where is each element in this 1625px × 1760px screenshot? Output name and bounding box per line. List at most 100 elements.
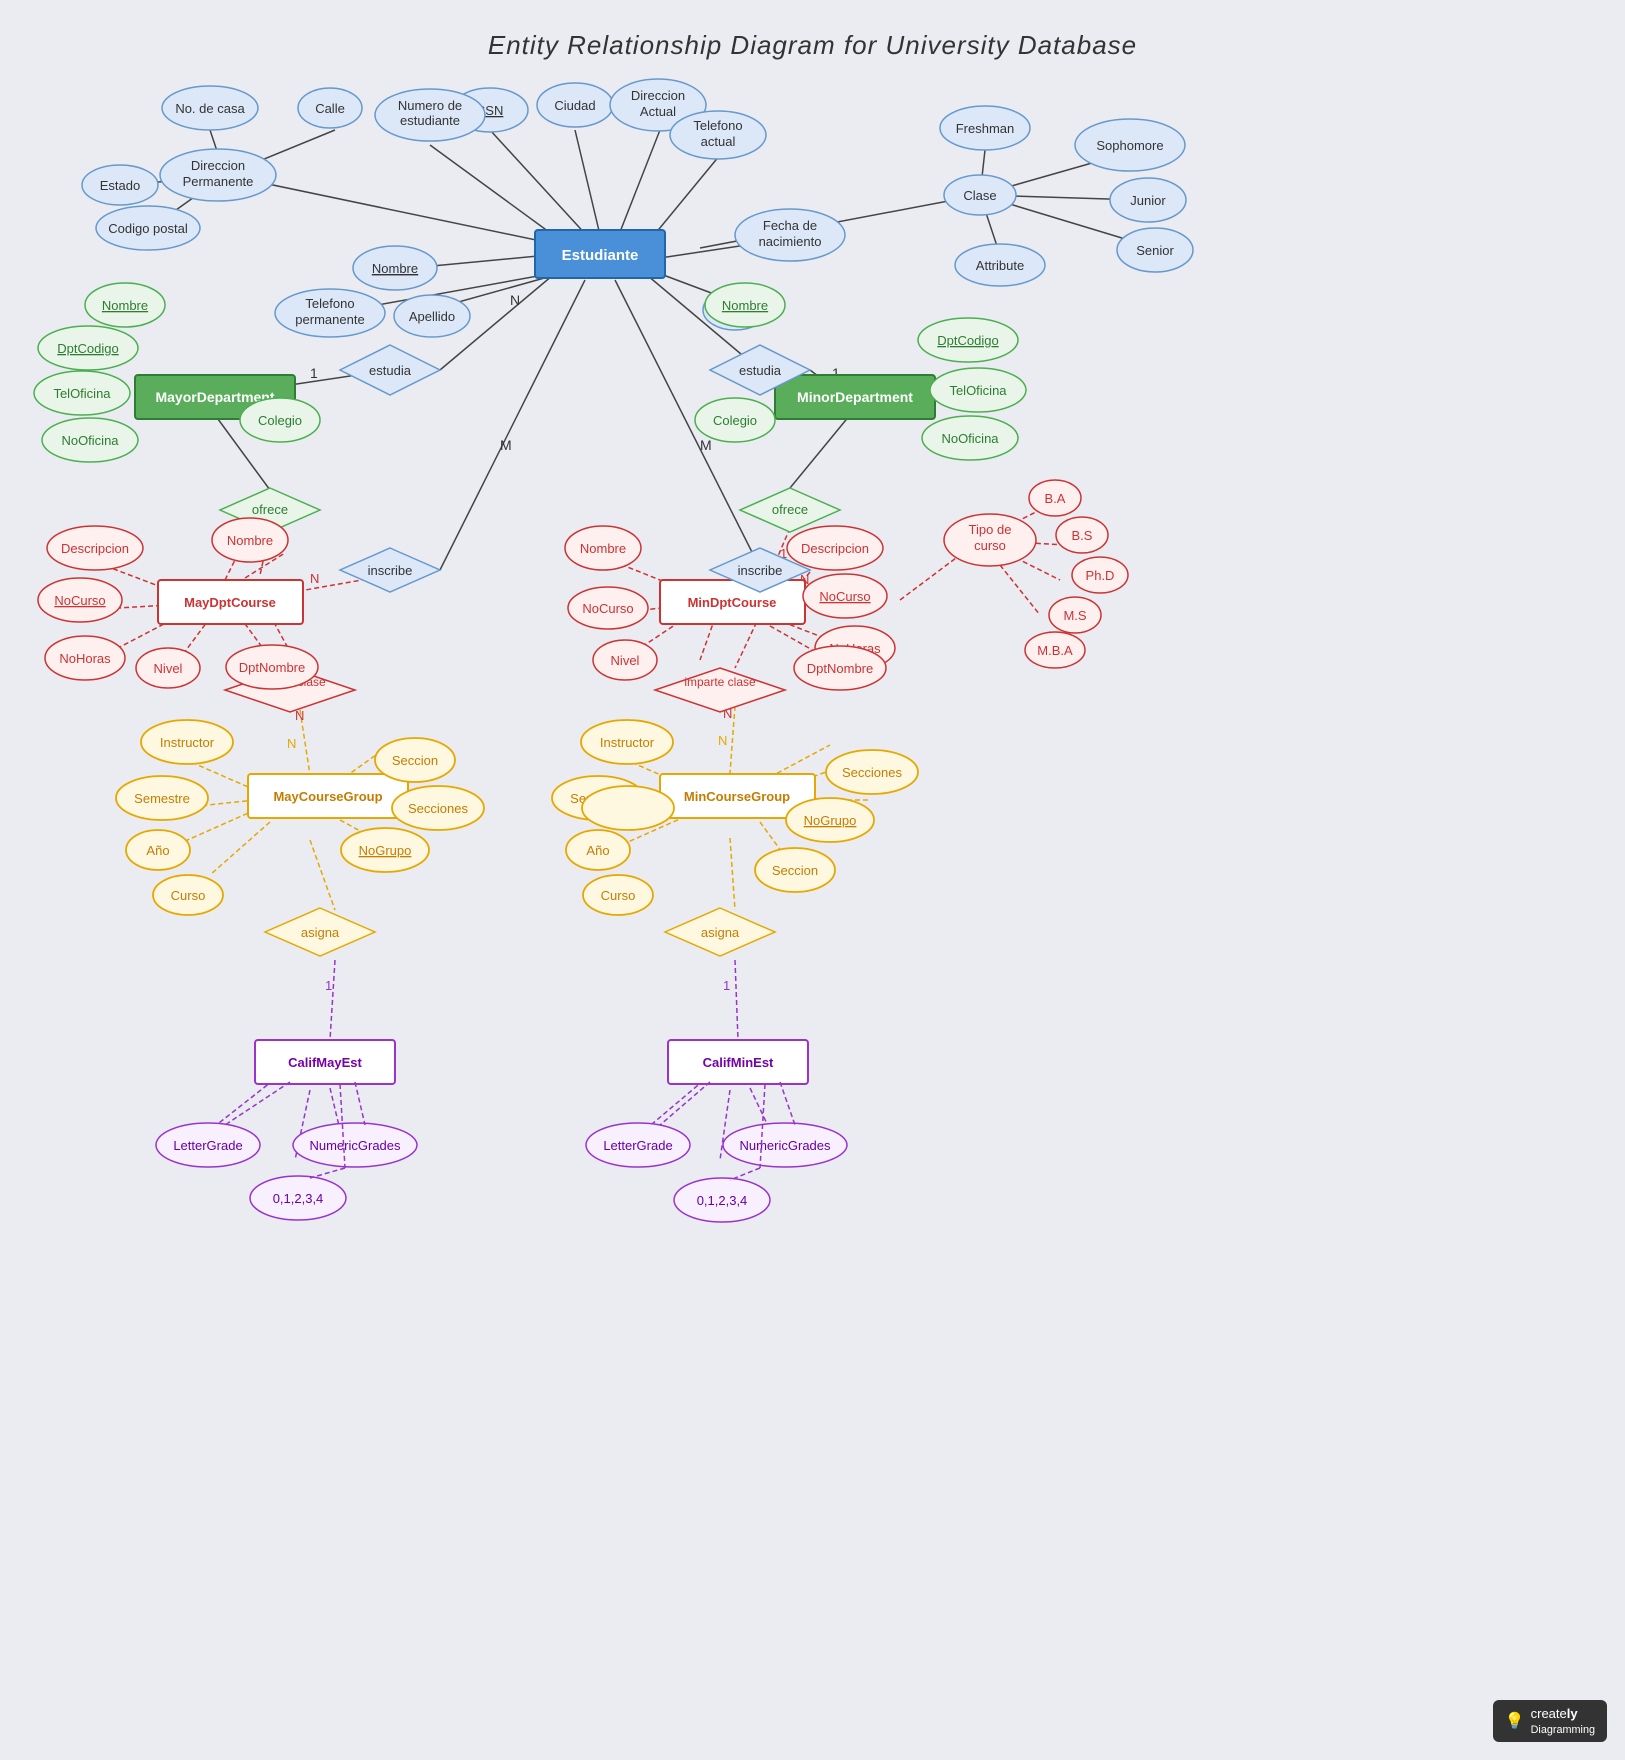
diamond-inscribe-right-label: inscribe [738,563,783,578]
attr-may-nivel-label: Nivel [154,661,183,676]
attr-phd-label: Ph.D [1086,568,1115,583]
attr-may-nombre-label: Nombre [227,533,273,548]
svg-text:N: N [510,292,520,308]
attr-direccion-actual-label: Direccion [631,88,685,103]
attr-min-descripcion-label: Descripcion [801,541,869,556]
diamond-ofrece-right-label: ofrece [772,502,808,517]
attr-junior-label: Junior [1130,193,1166,208]
attr-may-secciones-label: Secciones [408,801,468,816]
attr-numero-estudiante-label: Numero de [398,98,462,113]
attr-direccion-permanente-label2: Permanente [183,174,254,189]
creately-text: createlyDiagramming [1531,1706,1595,1736]
svg-text:1: 1 [325,978,332,993]
attr-mba-label: M.B.A [1037,643,1073,658]
attr-ms-label: M.S [1063,608,1086,623]
attr-senior-label: Senior [1136,243,1174,258]
attr-min-seccion-label: Seccion [772,863,818,878]
attr-tipo-de-curso-label2: curso [974,538,1006,553]
svg-text:N: N [718,733,727,748]
attr-may-no-horas-label: NoHoras [59,651,111,666]
attr-may-no-grupo-label: NoGrupo [359,843,412,858]
attr-may-numeric-grades-label: NumericGrades [309,1138,401,1153]
attr-nombre-estudiante-label: Nombre [372,261,418,276]
attr-codigo-postal-label: Codigo postal [108,221,188,236]
diagram-container: Entity Relationship Diagram for Universi… [0,0,1625,1760]
entity-min-dpt-course-label: MinDptCourse [688,595,777,610]
attr-min-grades-values-label: 0,1,2,3,4 [697,1193,748,1208]
attr-direccion-permanente-label: Direccion [191,158,245,173]
attr-min-secciones-right-label: Secciones [842,765,902,780]
svg-text:M: M [500,437,512,453]
entity-may-course-group-label: MayCourseGroup [273,789,382,804]
entity-may-dpt-course-label: MayDptCourse [184,595,276,610]
attr-min-nivel-label: Nivel [611,653,640,668]
attr-apellido-label: Apellido [409,309,455,324]
attr-may-dpt-nombre-label: DptNombre [239,660,305,675]
attr-telefono-actual-label2: actual [701,134,736,149]
attr-may-letter-grade-label: LetterGrade [173,1138,242,1153]
attr-mayor-dpt-codigo-label: DptCodigo [57,341,118,356]
attr-minor-colegio-label: Colegio [713,413,757,428]
svg-text:N: N [287,736,296,751]
attr-min-instructor-label: Instructor [600,735,655,750]
diamond-asigna-right-label: asigna [701,925,740,940]
attr-may-descripcion-label: Descripcion [61,541,129,556]
diamond-imparte-clase-right-label: imparte clase [684,675,756,689]
attr-min-dpt-nombre-label: DptNombre [807,661,873,676]
attr-may-seccion-label: Seccion [392,753,438,768]
attr-sophomore-label: Sophomore [1096,138,1163,153]
attr-min-secciones [582,786,674,830]
svg-text:1: 1 [310,365,318,381]
attr-tipo-de-curso-label: Tipo de [969,522,1012,537]
attr-ba-label: B.A [1045,491,1066,506]
attr-mayor-tel-oficina-label: TelOficina [53,386,111,401]
attr-fecha-nacimiento-label2: nacimiento [759,234,822,249]
attr-min-ano-label: Año [586,843,609,858]
attr-minor-tel-oficina-label: TelOficina [949,383,1007,398]
attr-may-no-curso-label: NoCurso [54,593,105,608]
attr-min-no-curso-label: NoCurso [819,589,870,604]
attr-min-no-grupo-label: NoGrupo [804,813,857,828]
attr-telefono-actual-label: Telefono [693,118,742,133]
attr-ciudad-label: Ciudad [554,98,595,113]
entity-calif-may-est-label: CalifMayEst [288,1055,362,1070]
attr-minor-dpt-codigo-label: DptCodigo [937,333,998,348]
entity-estudiante-label: Estudiante [562,247,639,264]
creately-badge: 💡 createlyDiagramming [1493,1700,1607,1742]
attr-minor-nombre-label: Nombre [722,298,768,313]
attr-estado-label: Estado [100,178,140,193]
entity-min-course-group-label: MinCourseGroup [684,789,790,804]
attr-clase-label: Clase [963,188,996,203]
attr-telefono-permanente-label2: permanente [295,312,364,327]
attr-attribute-label: Attribute [976,258,1024,273]
diamond-estudia-right-label: estudia [739,363,782,378]
attr-min-curso-label: Curso [601,888,636,903]
diamond-ofrece-left-label: ofrece [252,502,288,517]
attr-may-ano-label: Año [146,843,169,858]
bulb-icon: 💡 [1505,1711,1525,1731]
attr-no-de-casa-label: No. de casa [175,101,245,116]
attr-fecha-nacimiento-label: Fecha de [763,218,817,233]
diamond-asigna-left-label: asigna [301,925,340,940]
svg-text:M: M [700,437,712,453]
attr-may-instructor-label: Instructor [160,735,215,750]
attr-min-numeric-grades-label: NumericGrades [739,1138,831,1153]
attr-calle-label: Calle [315,101,345,116]
attr-may-grades-values-label: 0,1,2,3,4 [273,1191,324,1206]
attr-bs-label: B.S [1072,528,1093,543]
attr-may-semestre-label: Semestre [134,791,190,806]
attr-min-nombre-label: Nombre [580,541,626,556]
attr-freshman-label: Freshman [956,121,1015,136]
diamond-inscribe-left-label: inscribe [368,563,413,578]
attr-min-no-curso2-label: NoCurso [582,601,633,616]
attr-mayor-colegio-label: Colegio [258,413,302,428]
svg-text:1: 1 [723,978,730,993]
entity-minor-department-label: MinorDepartment [797,389,913,405]
er-diagram-svg: N 1 N 1 1 1 M N M N [0,0,1625,1760]
attr-telefono-permanente-label: Telefono [305,296,354,311]
diamond-estudia-left-label: estudia [369,363,412,378]
attr-numero-estudiante-label2: estudiante [400,113,460,128]
attr-min-letter-grade-label: LetterGrade [603,1138,672,1153]
svg-text:N: N [310,571,319,586]
attr-mayor-no-oficina-label: NoOficina [61,433,119,448]
